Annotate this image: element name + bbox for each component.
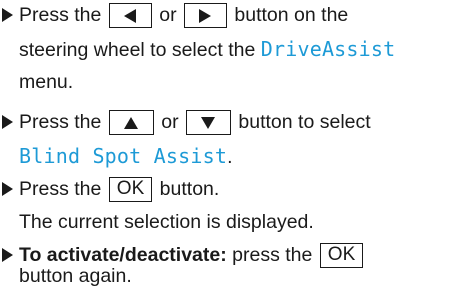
ok-key: OK: [108, 177, 153, 203]
bullet-icon: [2, 248, 13, 262]
text: press the: [226, 244, 313, 266]
step-4-line-2: button again.: [19, 263, 132, 289]
left-arrow-key-icon: [108, 3, 152, 29]
ok-key: OK: [319, 243, 364, 269]
text: button again.: [19, 265, 132, 287]
step-1-line-1: Press the or button on the: [19, 2, 349, 29]
step-1-line-3: menu.: [19, 69, 73, 95]
text: or: [159, 4, 177, 26]
bullet-icon: [2, 182, 13, 196]
text: menu.: [19, 71, 74, 93]
down-arrow-key-icon: [185, 110, 231, 136]
step-1-line-2: steering wheel to select the DriveAssist: [19, 36, 395, 62]
text: .: [227, 146, 233, 168]
text: Press the: [19, 178, 102, 200]
text: Press the: [19, 111, 102, 133]
bullet-icon: [2, 115, 13, 129]
up-arrow-key-icon: [108, 110, 154, 136]
text: button.: [159, 178, 220, 200]
right-arrow-key-icon: [183, 3, 227, 29]
text: The current selection is displayed.: [19, 211, 314, 233]
text: steering wheel to select the: [19, 39, 256, 61]
menu-term: Blind Spot Assist: [19, 144, 228, 168]
step-2-line-2: Blind Spot Assist.: [19, 143, 233, 169]
bullet-icon: [2, 8, 13, 22]
step-2-line-1: Press the or button to select: [19, 109, 371, 136]
text: button on the: [234, 4, 349, 26]
step-3-line-1: Press the OK button.: [19, 176, 220, 203]
text: or: [161, 111, 179, 133]
menu-term: DriveAssist: [260, 37, 396, 61]
text: button to select: [238, 111, 371, 133]
text: Press the: [19, 4, 102, 26]
instruction-page: Press the or button on the steering whee…: [0, 0, 466, 289]
step-3-line-2: The current selection is displayed.: [19, 209, 314, 235]
